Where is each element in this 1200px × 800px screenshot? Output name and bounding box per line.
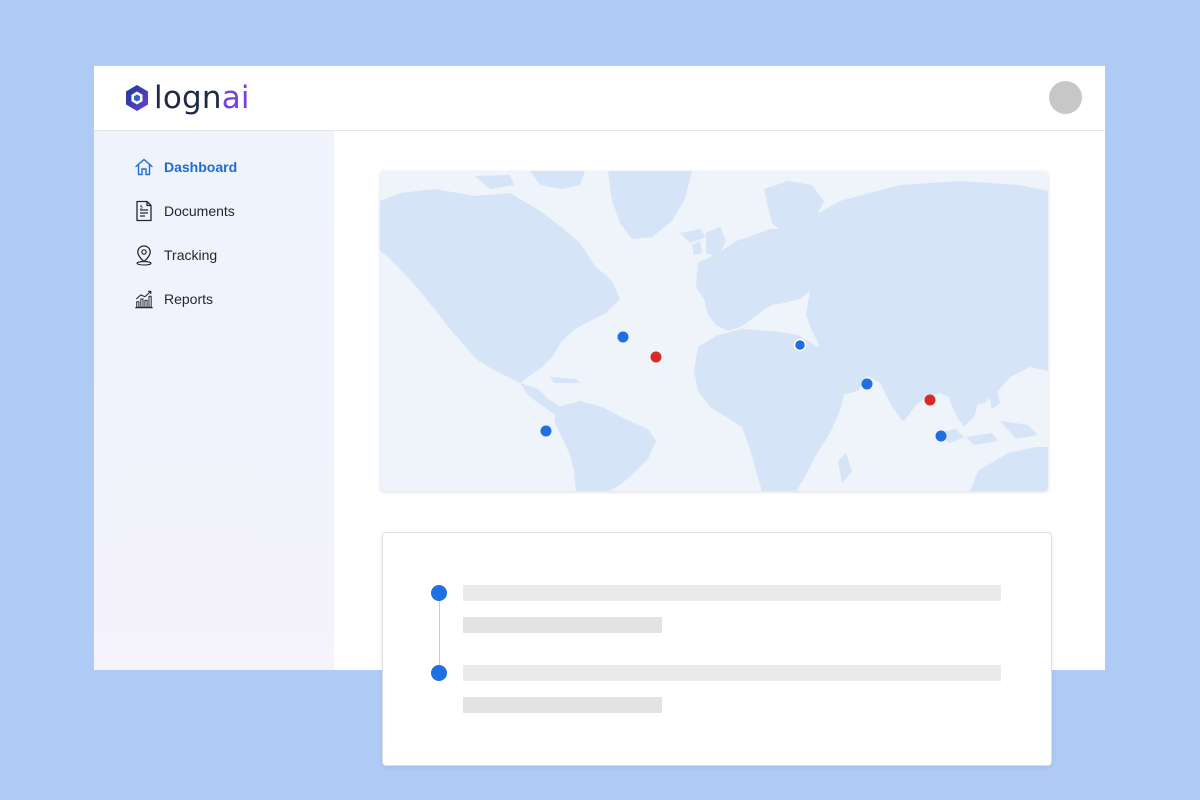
logo[interactable]: lognai xyxy=(124,80,250,116)
chart-icon xyxy=(134,288,154,310)
map-marker-blue[interactable] xyxy=(935,430,947,442)
location-pin-icon xyxy=(134,244,154,266)
timeline-dot xyxy=(431,585,447,601)
document-icon: $ xyxy=(134,200,154,222)
map-marker-blue[interactable] xyxy=(793,338,807,352)
svg-text:$: $ xyxy=(140,205,144,211)
timeline-dot xyxy=(431,665,447,681)
map-marker-blue[interactable] xyxy=(861,378,873,390)
world-map-canvas xyxy=(380,171,1048,491)
top-bar: lognai xyxy=(94,66,1105,131)
sidebar-item-tracking[interactable]: Tracking xyxy=(134,243,217,267)
sidebar-item-dashboard[interactable]: Dashboard xyxy=(134,155,237,179)
user-avatar[interactable] xyxy=(1049,81,1082,114)
skeleton-line xyxy=(463,617,662,633)
skeleton-line xyxy=(463,585,1001,601)
home-icon xyxy=(134,156,154,178)
world-map[interactable] xyxy=(380,171,1048,491)
logo-hexagon-icon xyxy=(126,85,148,111)
sidebar: Dashboard $ Documents Tracking Reports xyxy=(94,131,334,670)
sidebar-item-label: Tracking xyxy=(164,247,218,263)
logo-text-accent: ai xyxy=(221,80,250,116)
sidebar-item-documents[interactable]: $ Documents xyxy=(134,199,235,223)
logo-text-main: logn xyxy=(154,80,222,116)
map-marker-red[interactable] xyxy=(924,394,936,406)
map-marker-red[interactable] xyxy=(650,351,662,363)
timeline-connector xyxy=(439,593,440,673)
sidebar-item-label: Dashboard xyxy=(164,159,238,175)
skeleton-line xyxy=(463,697,662,713)
sidebar-item-label: Documents xyxy=(164,203,235,219)
sidebar-item-label: Reports xyxy=(164,291,214,307)
logo-text: lognai xyxy=(154,80,250,116)
timeline-card xyxy=(382,532,1052,766)
sidebar-item-reports[interactable]: Reports xyxy=(134,287,213,311)
skeleton-line xyxy=(463,665,1001,681)
land-masses xyxy=(380,171,1048,491)
map-marker-blue[interactable] xyxy=(617,331,629,343)
map-marker-blue[interactable] xyxy=(540,425,552,437)
